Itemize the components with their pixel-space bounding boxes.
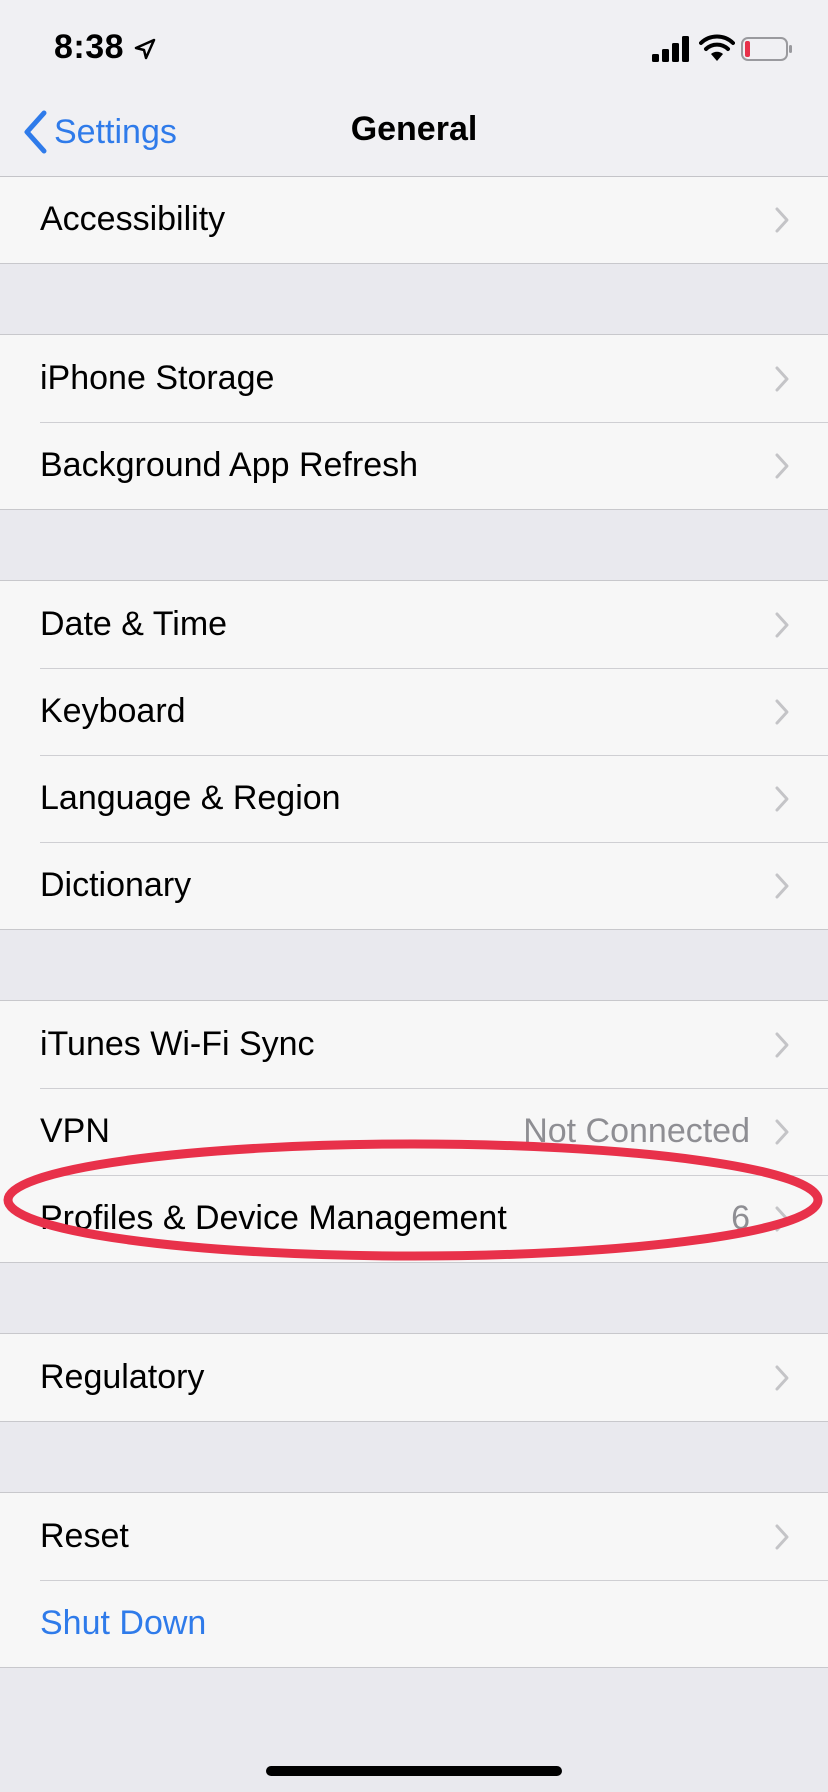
settings-row-background-app-refresh[interactable]: Background App Refresh xyxy=(0,422,828,509)
settings-row-itunes-wifi-sync[interactable]: iTunes Wi-Fi Sync xyxy=(0,1001,828,1088)
settings-group-regulatory: Regulatory xyxy=(0,1333,828,1422)
cellular-signal-icon xyxy=(652,36,689,62)
shut-down-label: Shut Down xyxy=(40,1604,207,1642)
page-title: General xyxy=(350,110,478,148)
settings-row-accessibility[interactable]: Accessibility xyxy=(0,176,828,263)
row-label: Reset xyxy=(40,1517,129,1555)
chevron-right-icon xyxy=(775,699,789,724)
row-label: iPhone Storage xyxy=(40,359,275,397)
chevron-right-icon xyxy=(775,453,789,478)
settings-group-locale: Date & Time Keyboard Language & Region D… xyxy=(0,580,828,930)
row-label: Accessibility xyxy=(40,200,226,238)
row-label: Regulatory xyxy=(40,1358,205,1396)
chevron-right-icon xyxy=(775,366,789,391)
profiles-count-value: 6 xyxy=(731,1199,750,1237)
navigation-bar: 8:38 Settings General xyxy=(0,0,828,177)
row-label: Date & Time xyxy=(40,605,228,643)
row-label: Dictionary xyxy=(40,866,192,904)
chevron-right-icon xyxy=(775,1119,789,1144)
row-label: Keyboard xyxy=(40,692,186,730)
chevron-right-icon xyxy=(775,1365,789,1390)
battery-low-icon xyxy=(741,37,792,61)
settings-row-iphone-storage[interactable]: iPhone Storage xyxy=(0,335,828,422)
settings-group-storage: iPhone Storage Background App Refresh xyxy=(0,334,828,510)
home-indicator[interactable] xyxy=(266,1766,562,1776)
shut-down-button[interactable]: Shut Down xyxy=(0,1580,828,1667)
row-label: Language & Region xyxy=(40,779,341,817)
row-label: VPN xyxy=(40,1112,110,1150)
chevron-right-icon xyxy=(775,1206,789,1231)
status-time: 8:38 xyxy=(54,28,125,66)
settings-row-profiles-device-management[interactable]: Profiles & Device Management 6 xyxy=(0,1175,828,1262)
chevron-right-icon xyxy=(775,1032,789,1057)
settings-row-vpn[interactable]: VPN Not Connected xyxy=(0,1088,828,1175)
location-arrow-icon xyxy=(134,38,156,60)
vpn-status-value: Not Connected xyxy=(523,1112,750,1150)
row-label: Profiles & Device Management xyxy=(40,1199,507,1237)
chevron-right-icon xyxy=(775,786,789,811)
settings-group-sync-vpn: iTunes Wi-Fi Sync VPN Not Connected Prof… xyxy=(0,1000,828,1263)
settings-group-accessibility: Accessibility xyxy=(0,176,828,264)
settings-row-reset[interactable]: Reset xyxy=(0,1493,828,1580)
wifi-icon xyxy=(699,34,735,61)
chevron-right-icon xyxy=(775,1524,789,1549)
settings-list: Accessibility iPhone Storage Background … xyxy=(0,176,828,1668)
chevron-right-icon xyxy=(775,873,789,898)
settings-row-language-region[interactable]: Language & Region xyxy=(0,755,828,842)
settings-row-regulatory[interactable]: Regulatory xyxy=(0,1334,828,1421)
row-label: Background App Refresh xyxy=(40,446,419,484)
settings-row-dictionary[interactable]: Dictionary xyxy=(0,842,828,929)
chevron-right-icon xyxy=(775,612,789,637)
settings-group-reset: Reset Shut Down xyxy=(0,1492,828,1668)
chevron-right-icon xyxy=(775,207,789,232)
row-label: iTunes Wi-Fi Sync xyxy=(40,1025,315,1063)
settings-row-keyboard[interactable]: Keyboard xyxy=(0,668,828,755)
settings-row-date-time[interactable]: Date & Time xyxy=(0,581,828,668)
